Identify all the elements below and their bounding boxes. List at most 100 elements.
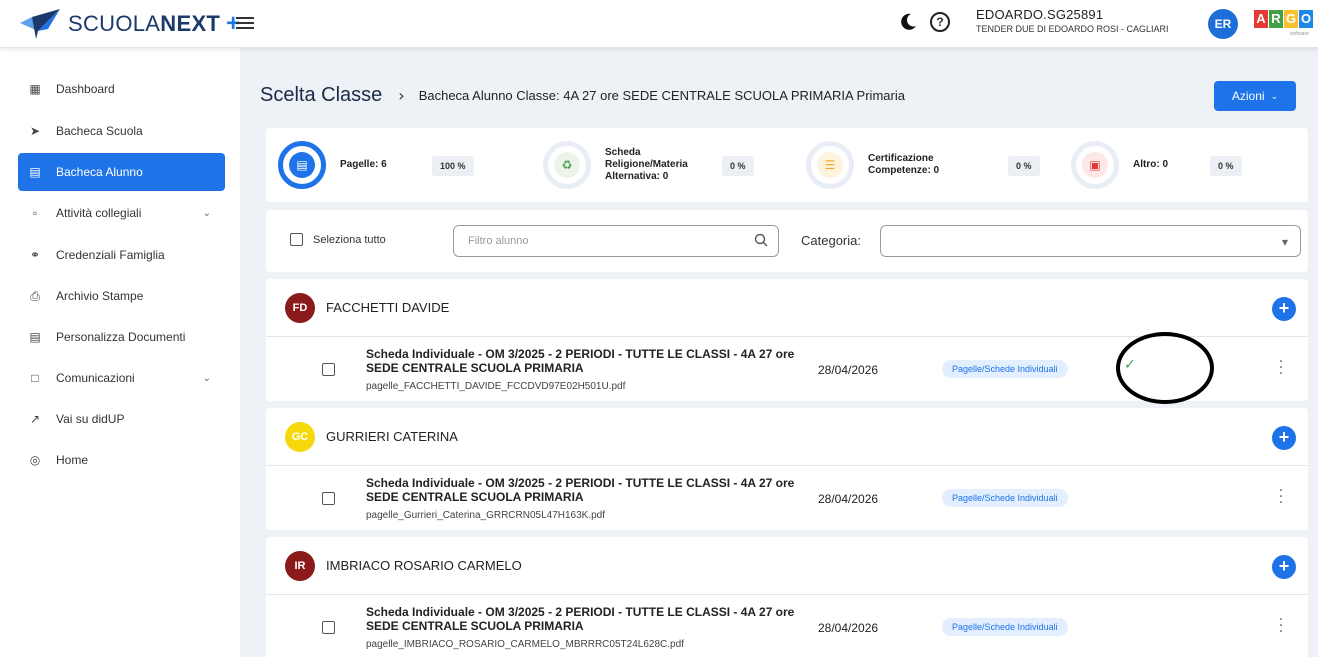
argo-letter: G [1284,10,1298,28]
document-checkbox[interactable] [322,492,335,505]
clipboard-icon: ▫ [32,206,38,220]
help-icon[interactable]: ? [930,12,950,32]
sidebar-item-dashboard[interactable]: ▦ Dashboard [18,70,225,108]
category-label: Categoria: [801,233,861,248]
stat-religion-document: ♻ Scheda Religione/Materia Alternativa: 0 [543,128,715,202]
dark-mode-moon-icon[interactable] [898,12,918,32]
student-avatar: FD [285,293,315,323]
sidebar-item-credenziali-famiglia[interactable]: ⚭ Credenziali Famiglia [18,236,225,274]
document-category-badge: Pagelle/Schede Individuali [942,360,1068,378]
report-card-icon: ▤ [289,152,315,178]
sidebar-item-attivit-collegiali[interactable]: ▫ Attività collegiali ⌄ [18,194,225,232]
sidebar-item-label: Personalizza Documenti [56,330,186,344]
argo-letter: O [1299,10,1313,28]
add-document-button[interactable]: + [1272,426,1296,450]
sidebar-item-label: Home [56,453,89,467]
sidebar-item-bacheca-alunno[interactable]: ▤ Bacheca Alunno [18,153,225,191]
chevron-down-icon[interactable]: ⌄ [203,373,211,384]
sidebar-item-home[interactable]: ◎ Home [18,441,225,479]
user-avatar[interactable]: ER [1208,9,1238,39]
app-logo[interactable]: SCUOLANEXT + [18,9,240,39]
student-card: GC GURRIERI CATERINA + Scheda Individuale -… [266,408,1308,530]
religion-document-icon: ♻ [554,152,580,178]
search-icon[interactable] [754,233,768,247]
select-all-checkbox[interactable]: Seleziona tutto [290,233,386,246]
stat-label: Pagelle: 6 [340,159,387,170]
stat-progress-ring: ♻ [543,141,591,189]
sidebar-item-label: Credenziali Famiglia [56,248,165,262]
select-all-label: Seleziona tutto [313,233,386,246]
stat-competence-list: ☰ Certificazione Competenze: 0 [806,128,978,202]
globe-icon: ◎ [29,453,41,467]
student-header: IR IMBRIACO ROSARIO CARMELO + [266,537,1308,595]
sidebar-item-archivio-stampe[interactable]: ⎙ Archivio Stampe [18,277,225,315]
document-filename[interactable]: pagelle_Gurrieri_Caterina_GRRCRN05L47H16… [366,510,605,521]
sidebar-item-vai-su-didup[interactable]: ↗ Vai su didUP [18,400,225,438]
actions-button[interactable]: Azioni ⌄ [1214,81,1296,111]
chevron-down-icon: ⌄ [1270,90,1279,101]
document-row: Scheda Individuale - OM 3/2025 - 2 PERIO… [266,337,1308,401]
add-document-button[interactable]: + [1272,297,1296,321]
stat-progress-ring: ▤ [278,141,326,189]
student-header: FD FACCHETTI DAVIDE + [266,279,1308,337]
logo-mark-icon [20,9,60,39]
sidebar-item-comunicazioni[interactable]: □ Comunicazioni ⌄ [18,359,225,397]
category-select[interactable]: ▼ [880,225,1301,257]
sidebar-item-label: Archivio Stampe [56,289,144,303]
sidebar-item-personalizza-documenti[interactable]: ▤ Personalizza Documenti [18,318,225,356]
hamburger-menu-icon[interactable] [236,14,254,32]
document-filename[interactable]: pagelle_IMBRIACO_ROSARIO_CARMELO_MBRRRC0… [366,639,684,650]
student-filter-field[interactable] [468,226,748,256]
user-info[interactable]: EDOARDO.SG25891 TENDER DUE DI EDOARDO RO… [976,7,1169,34]
stat-progress-ring: ☰ [806,141,854,189]
document-checkbox[interactable] [322,621,335,634]
student-avatar: IR [285,551,315,581]
chevron-down-icon[interactable]: ⌄ [203,208,211,219]
sidebar-item-bacheca-scuola[interactable]: ➤ Bacheca Scuola [18,112,225,150]
sidebar-item-label: Dashboard [56,82,115,96]
student-card: IR IMBRIACO ROSARIO CARMELO + Scheda Indivi… [266,537,1308,659]
sidebar-item-label: Comunicazioni [56,371,135,385]
student-card: FD FACCHETTI DAVIDE + Scheda Individuale - … [266,279,1308,401]
student-name: FACCHETTI DAVIDE [326,300,450,315]
published-check-icon: ✓ [1124,357,1136,373]
competence-list-icon: ☰ [817,152,843,178]
checkbox-icon [290,233,303,246]
sidebar-item-label: Bacheca Scuola [56,124,143,138]
student-name: IMBRIACO ROSARIO CARMELO [326,558,522,573]
stat-progress-ring: ▣ [1071,141,1119,189]
breadcrumb-chevron-icon: › [398,86,405,105]
argo-letter: R [1269,10,1283,28]
printer-icon: ⎙ [30,288,40,303]
stat-percentage: 0 % [1008,156,1040,176]
document-title: Scheda Individuale - OM 3/2025 - 2 PERIO… [366,605,795,633]
stat-label: Altro: 0 [1133,159,1168,170]
add-document-button[interactable]: + [1272,555,1296,579]
document-checkbox[interactable] [322,363,335,376]
calendar-icon: ▤ [29,165,41,179]
main-content: Scelta Classe › Bacheca Alunno Classe: 4… [240,48,1318,659]
document-row: Scheda Individuale - OM 3/2025 - 2 PERIO… [266,466,1308,530]
document-date: 28/04/2026 [818,492,879,506]
more-options-icon[interactable]: · · · [1278,355,1284,381]
user-name: EDOARDO.SG25891 [976,7,1104,22]
stat-report-card: ▤ Pagelle: 6 [278,128,410,202]
actions-button-label: Azioni [1231,89,1265,103]
argo-letter: A [1254,10,1268,28]
more-options-icon[interactable]: · · · [1278,484,1284,510]
stat-label: Scheda Religione/Materia Alternativa: 0 [605,147,688,182]
more-options-icon[interactable]: · · · [1278,613,1284,639]
student-search-input[interactable] [453,225,779,257]
stats-card: ▤ Pagelle: 6 100 % ♻ Scheda Religione/Materi… [266,128,1308,202]
document-filename[interactable]: pagelle_FACCHETTI_DAVIDE_FCCDVD97E02H501… [366,381,625,392]
argo-brand-logo: ARGO [1254,10,1314,28]
student-name: GURRIERI CATERINA [326,429,458,444]
stat-percentage: 100 % [432,156,474,176]
other-document-icon: ▣ [1082,152,1108,178]
page-title[interactable]: Scelta Classe [260,84,382,107]
pin-icon: ➤ [29,124,41,138]
student-avatar: GC [285,422,315,452]
filter-bar: Seleziona tutto Categoria: ▼ [266,210,1308,272]
document-row: Scheda Individuale - OM 3/2025 - 2 PERIO… [266,595,1308,659]
stat-percentage: 0 % [1210,156,1242,176]
